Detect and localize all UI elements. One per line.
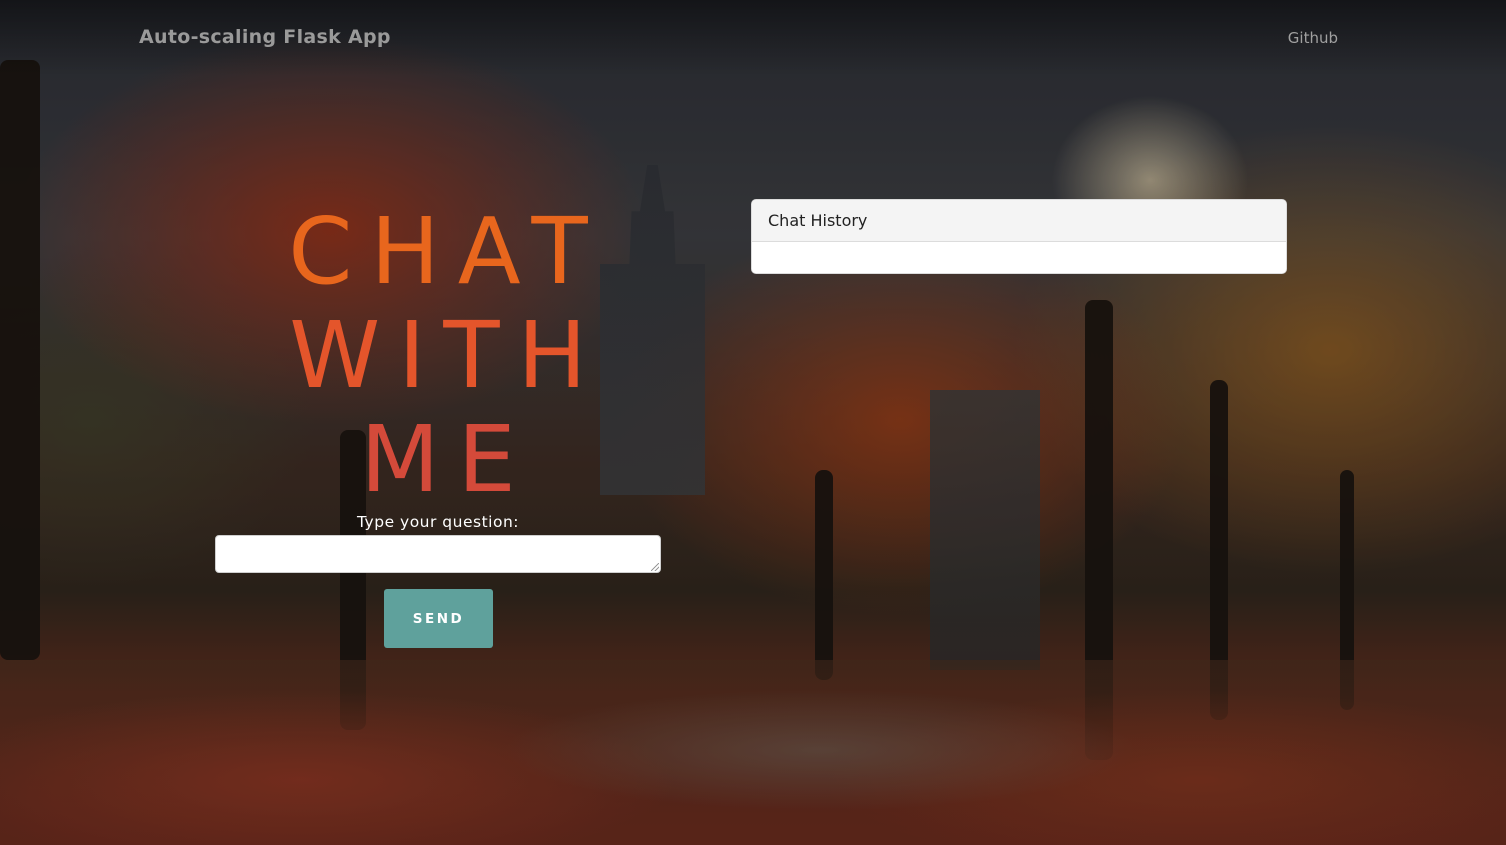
- hero-line-chat: CHAT: [288, 198, 606, 305]
- github-link[interactable]: Github: [1288, 29, 1338, 47]
- send-button[interactable]: SEND: [384, 589, 493, 648]
- hero-line-with: WITH: [289, 302, 605, 409]
- brand-link[interactable]: Auto-scaling Flask App: [139, 26, 391, 48]
- hero-line-me: ME: [360, 406, 534, 513]
- question-label: Type your question:: [357, 513, 519, 531]
- resize-handle-icon[interactable]: [651, 563, 659, 571]
- hero-heading: CHAT WITH ME: [215, 200, 661, 512]
- chat-history-title: Chat History: [752, 200, 1286, 242]
- navbar: Auto-scaling Flask App Github: [0, 0, 1506, 76]
- chat-history-body: [752, 242, 1286, 273]
- question-input[interactable]: [215, 535, 661, 573]
- chat-history-card: Chat History: [751, 199, 1287, 274]
